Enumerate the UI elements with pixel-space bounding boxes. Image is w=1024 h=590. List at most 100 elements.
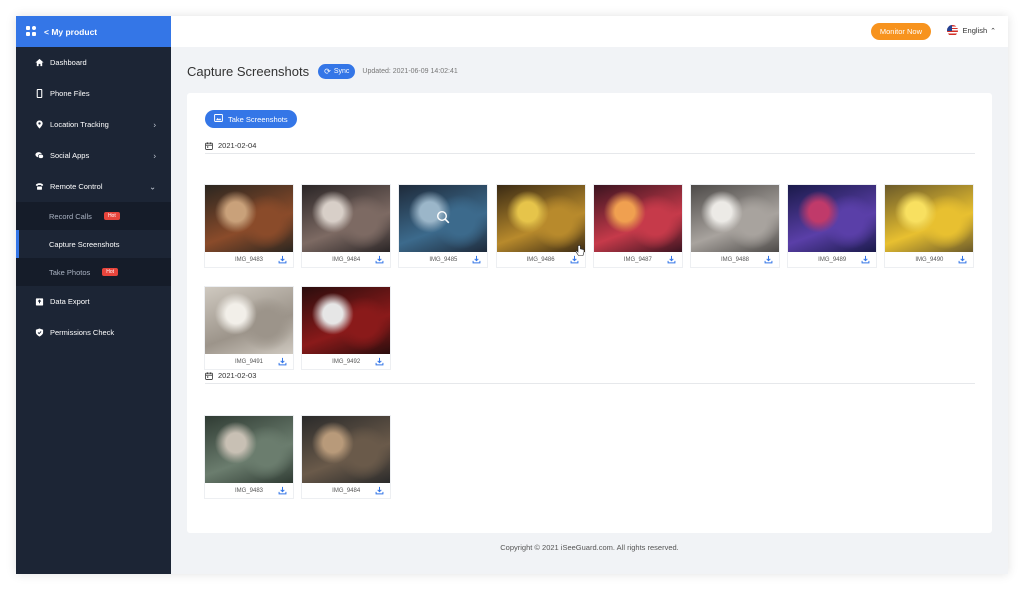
sidebar-item-label: Social Apps [50,151,90,160]
screenshot-image[interactable] [691,185,779,252]
download-icon[interactable] [278,357,287,366]
screenshot-thumbnail: IMG_9487 [592,184,683,268]
thumbnail-caption: IMG_9483 [205,483,293,499]
copyright-footer: Copyright © 2021 iSeeGuard.com. All righ… [500,543,679,552]
sync-button[interactable]: ⟳ Sync [318,64,356,79]
sidebar-item-permissions-check[interactable]: Permissions Check [16,317,171,348]
my-product-label: < My product [44,26,98,37]
page-title: Capture Screenshots [187,64,310,79]
sidebar-item-label: Dashboard [50,58,87,67]
file-name: IMG_9486 [526,257,555,263]
sidebar-item-label: Location Tracking [50,120,109,129]
chevron-down-icon: ⌄ [149,182,156,191]
my-product-back-button[interactable]: < My product [16,16,171,47]
download-icon[interactable] [375,255,384,264]
chat-bubble-icon [35,151,44,160]
refresh-icon: ⟳ [324,67,331,76]
screenshot-image[interactable] [302,185,391,252]
zoom-magnifier-icon[interactable] [436,210,450,224]
download-icon[interactable] [764,255,773,264]
screenshot-image[interactable] [205,416,293,483]
sidebar-item-label: Permissions Check [50,328,115,337]
date-label: 2021-02-03 [218,371,257,380]
download-icon[interactable] [375,486,384,495]
screenshot-thumbnail: IMG_9484 [301,184,392,268]
thumbnail-caption: IMG_9491 [205,354,293,370]
screenshot-thumbnail: IMG_9490 [884,184,975,268]
download-icon[interactable] [278,255,287,264]
screenshot-image[interactable] [593,185,682,252]
sidebar-item-phone-files[interactable]: Phone Files [16,78,171,109]
home-icon [35,58,44,67]
us-flag-icon [946,25,958,36]
file-name: IMG_9483 [234,488,264,494]
screenshot-image[interactable] [496,185,585,252]
screenshot-thumbnail: IMG_9489 [787,184,878,268]
date-group-header: 2021-02-03 [205,368,975,384]
sidebar: < My product Dashboard Phone Files Locat… [16,16,171,574]
thumbnail-caption: IMG_9487 [594,252,682,268]
screenshot-image[interactable] [399,185,488,252]
sidebar-item-remote-control[interactable]: Remote Control ⌄ [16,171,171,202]
thumbnail-caption: IMG_9489 [788,252,876,268]
file-name: IMG_9487 [623,257,652,263]
language-selector[interactable]: English ⌃ [946,25,996,36]
download-icon[interactable] [861,255,870,264]
chevron-right-icon: › [153,120,156,129]
download-icon[interactable] [278,486,287,495]
thumbnail-caption: IMG_9483 [205,252,293,268]
thumbnail-caption: IMG_9485 [399,252,487,268]
thumbnail-caption: IMG_9488 [691,252,779,268]
file-name: IMG_9483 [234,257,264,263]
take-screenshots-label: Take Screenshots [228,114,288,124]
chevron-right-icon: › [153,151,156,160]
screenshot-image[interactable] [302,287,391,354]
file-name: IMG_9488 [720,257,750,263]
monitor-now-button[interactable]: Monitor Now [870,23,931,40]
screenshot-thumbnail: IMG_9485 [398,184,489,268]
screenshot-image[interactable] [302,416,391,483]
download-icon[interactable] [667,255,676,264]
sidebar-subitem-label: Record Calls [49,211,92,221]
sidebar-subitem-take-photos[interactable]: Take Photos Hot [16,258,171,286]
screenshot-image[interactable] [205,287,293,354]
last-updated-text: Updated: 2021-06-09 14:02:41 [362,68,458,75]
app-window: < My product Dashboard Phone Files Locat… [16,16,1008,574]
chevron-up-icon: ⌃ [990,27,996,35]
thumbnail-caption: IMG_9484 [302,483,390,499]
top-bar: Monitor Now English ⌃ [171,16,1008,47]
screenshots-panel: Take Screenshots 2021-02-04 2021-02-03 I… [187,93,992,533]
language-label: English [962,26,988,35]
sidebar-item-social-apps[interactable]: Social Apps › [16,140,171,171]
take-screenshots-button[interactable]: Take Screenshots [205,110,297,128]
thumbnail-caption: IMG_9490 [885,252,973,268]
telephone-icon [35,182,44,191]
screenshot-thumbnail: IMG_9486 [495,184,586,268]
location-pin-icon [35,120,44,129]
sidebar-item-dashboard[interactable]: Dashboard [16,47,171,78]
thumbnail-caption: IMG_9492 [302,354,390,370]
screenshot-image[interactable] [885,185,974,252]
title-row: Capture Screenshots ⟳ Sync Updated: 2021… [187,64,458,79]
apps-grid-icon [26,26,37,37]
sidebar-item-data-export[interactable]: Data Export [16,286,171,317]
shield-icon [35,328,44,337]
phone-icon [35,89,44,98]
screenshot-image[interactable] [205,185,293,252]
hot-badge: Hot [103,212,120,220]
file-name: IMG_9484 [332,488,361,494]
screenshot-image[interactable] [788,185,877,252]
download-icon[interactable] [472,255,481,264]
sidebar-item-label: Remote Control [50,182,103,191]
download-icon[interactable] [958,255,967,264]
sync-label: Sync [333,68,350,75]
screenshot-thumbnail: IMG_9488 [690,184,780,268]
sidebar-item-location-tracking[interactable]: Location Tracking › [16,109,171,140]
sidebar-subitem-label: Capture Screenshots [49,239,120,249]
sidebar-item-label: Data Export [50,297,90,306]
sidebar-subitem-record-calls[interactable]: Record Calls Hot [16,202,171,230]
screenshot-thumbnail: IMG_9492 [301,286,392,370]
remote-control-submenu: Record Calls Hot Capture Screenshots Tak… [16,202,171,286]
sidebar-subitem-capture-screenshots[interactable]: Capture Screenshots [16,230,171,258]
download-icon[interactable] [375,357,384,366]
